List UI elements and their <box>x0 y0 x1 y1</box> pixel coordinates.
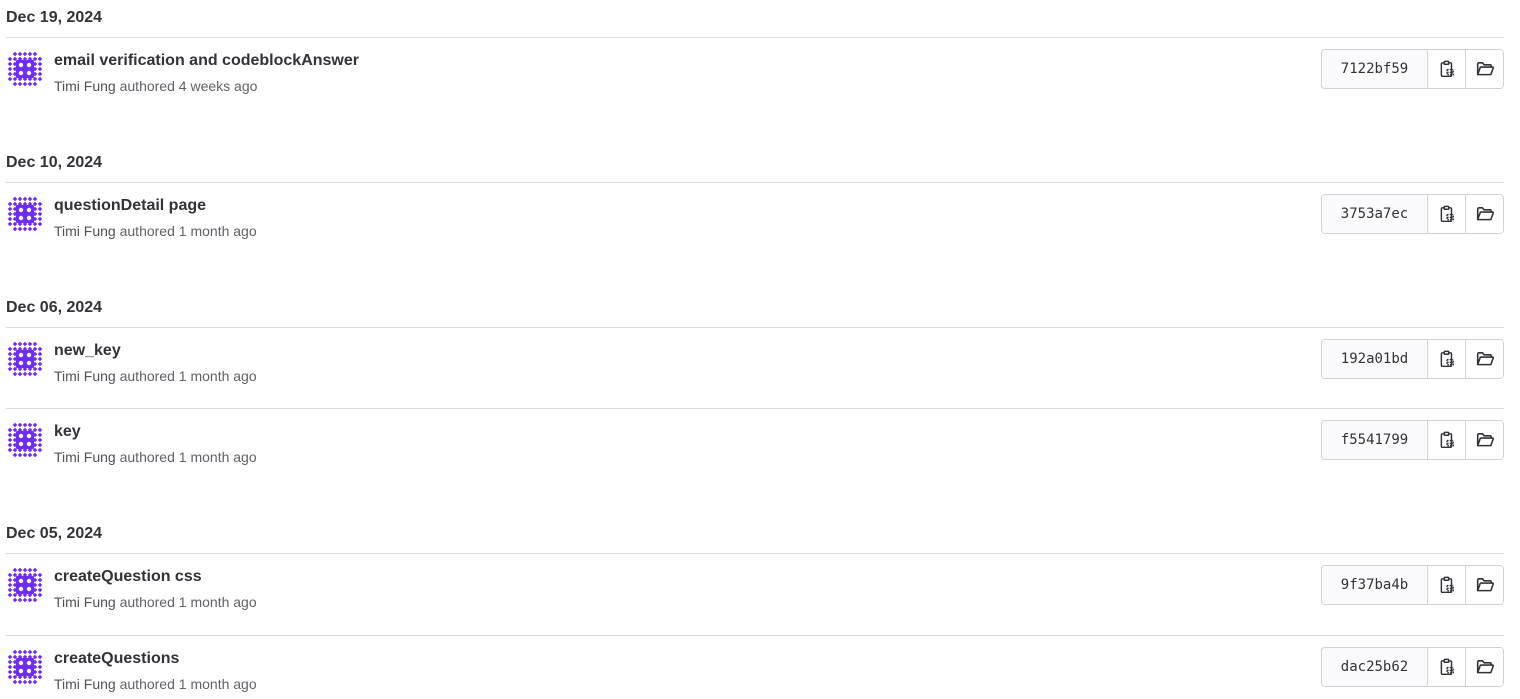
commit-time: 1 month ago <box>178 449 257 465</box>
copy-sha-button[interactable] <box>1428 566 1466 604</box>
commit-actions: f5541799 <box>1321 420 1504 460</box>
authored-label: authored <box>119 78 175 94</box>
author-link[interactable]: Timi Fung <box>54 594 116 610</box>
browse-files-button[interactable] <box>1466 340 1503 378</box>
commit-actions: dac25b62 <box>1321 647 1504 687</box>
avatar[interactable] <box>6 566 44 604</box>
authored-label: authored <box>119 223 175 239</box>
commit-row: createQuestion css Timi Fung authored 1 m… <box>6 554 1504 624</box>
commit-row: createQuestions Timi Fung authored 1 mont… <box>6 636 1504 699</box>
authored-label: authored <box>119 594 175 610</box>
commit-sha[interactable]: 192a01bd <box>1322 340 1428 378</box>
commit-actions: 3753a7ec <box>1321 194 1504 234</box>
folder-open-icon <box>1476 431 1494 449</box>
authored-label: authored <box>119 368 175 384</box>
commit-meta: Timi Fung authored 1 month ago <box>54 448 257 466</box>
commit-meta: Timi Fung authored 1 month ago <box>54 593 257 611</box>
copy-sha-button[interactable] <box>1428 340 1466 378</box>
authored-label: authored <box>119 449 175 465</box>
author-link[interactable]: Timi Fung <box>54 368 116 384</box>
avatar[interactable] <box>6 648 44 686</box>
browse-files-button[interactable] <box>1466 421 1503 459</box>
day-heading: Dec 05, 2024 <box>6 525 103 542</box>
browse-files-button[interactable] <box>1466 566 1503 604</box>
commit-title-link[interactable]: new_key <box>54 341 121 361</box>
copy-icon <box>1438 576 1456 594</box>
commit-title-link[interactable]: key <box>54 422 81 442</box>
commit-meta: Timi Fung authored 4 weeks ago <box>54 77 257 95</box>
commit-meta: Timi Fung authored 1 month ago <box>54 675 257 693</box>
commit-sha[interactable]: dac25b62 <box>1322 648 1428 686</box>
commit-title-link[interactable]: createQuestions <box>54 649 179 669</box>
copy-icon <box>1438 350 1456 368</box>
folder-open-icon <box>1476 576 1494 594</box>
author-link[interactable]: Timi Fung <box>54 676 116 692</box>
copy-icon <box>1438 431 1456 449</box>
avatar[interactable] <box>6 340 44 378</box>
commit-row: new_key Timi Fung authored 1 month ago 192… <box>6 328 1504 398</box>
day-heading: Dec 06, 2024 <box>6 299 103 316</box>
copy-sha-button[interactable] <box>1428 421 1466 459</box>
commit-sha[interactable]: 3753a7ec <box>1322 195 1428 233</box>
browse-files-button[interactable] <box>1466 648 1503 686</box>
author-link[interactable]: Timi Fung <box>54 223 116 239</box>
author-link[interactable]: Timi Fung <box>54 449 116 465</box>
commit-title-link[interactable]: questionDetail page <box>54 196 206 216</box>
commit-row: email verification and codeblockAnswer Ti… <box>6 38 1504 108</box>
commit-time: 4 weeks ago <box>178 78 258 94</box>
commit-meta: Timi Fung authored 1 month ago <box>54 367 257 385</box>
commit-sha[interactable]: f5541799 <box>1322 421 1428 459</box>
copy-icon <box>1438 658 1456 676</box>
authored-label: authored <box>119 676 175 692</box>
commit-time: 1 month ago <box>178 223 257 239</box>
copy-icon <box>1438 205 1456 223</box>
author-link[interactable]: Timi Fung <box>54 78 116 94</box>
commit-list: Dec 19, 2024 email verification and codeb… <box>0 0 1520 699</box>
commit-meta: Timi Fung authored 1 month ago <box>54 222 257 240</box>
avatar[interactable] <box>6 421 44 459</box>
commit-title-link[interactable]: createQuestion css <box>54 567 202 587</box>
copy-icon <box>1438 60 1456 78</box>
commit-title-link[interactable]: email verification and codeblockAnswer <box>54 51 359 71</box>
day-heading: Dec 19, 2024 <box>6 9 103 26</box>
folder-open-icon <box>1476 658 1494 676</box>
copy-sha-button[interactable] <box>1428 195 1466 233</box>
avatar[interactable] <box>6 195 44 233</box>
commit-actions: 9f37ba4b <box>1321 565 1504 605</box>
browse-files-button[interactable] <box>1466 195 1503 233</box>
commit-time: 1 month ago <box>178 368 257 384</box>
commit-time: 1 month ago <box>178 594 257 610</box>
folder-open-icon <box>1476 205 1494 223</box>
folder-open-icon <box>1476 350 1494 368</box>
commit-row: questionDetail page Timi Fung authored 1 … <box>6 183 1504 253</box>
commit-time: 1 month ago <box>178 676 257 692</box>
commit-sha[interactable]: 9f37ba4b <box>1322 566 1428 604</box>
browse-files-button[interactable] <box>1466 50 1503 88</box>
copy-sha-button[interactable] <box>1428 50 1466 88</box>
avatar[interactable] <box>6 50 44 88</box>
copy-sha-button[interactable] <box>1428 648 1466 686</box>
commit-actions: 192a01bd <box>1321 339 1504 379</box>
commit-actions: 7122bf59 <box>1321 49 1504 89</box>
commit-sha[interactable]: 7122bf59 <box>1322 50 1428 88</box>
commit-row: key Timi Fung authored 1 month ago f554179… <box>6 409 1504 479</box>
folder-open-icon <box>1476 60 1494 78</box>
day-heading: Dec 10, 2024 <box>6 154 103 171</box>
